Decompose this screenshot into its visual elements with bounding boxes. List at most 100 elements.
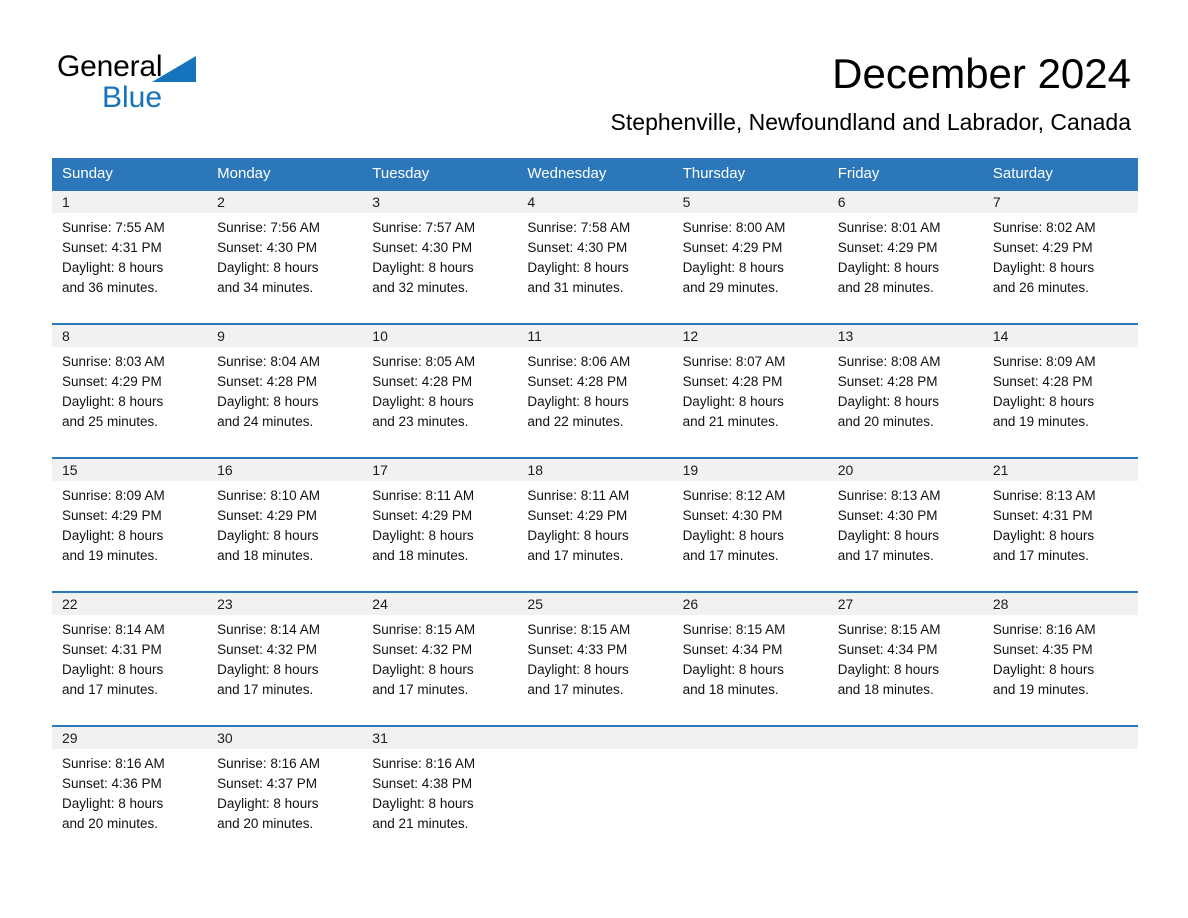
sunset-text: Sunset: 4:37 PM	[217, 776, 317, 791]
day-cell[interactable]: 17 Sunrise: 8:11 AM Sunset: 4:29 PM Dayl…	[362, 459, 518, 591]
daylight-text-line2: and 19 minutes.	[992, 682, 1089, 697]
day-cell[interactable]: 13 Sunrise: 8:08 AM Sunset: 4:28 PM Dayl…	[827, 325, 983, 457]
day-cell[interactable]: 15 Sunrise: 8:09 AM Sunset: 4:29 PM Dayl…	[52, 459, 208, 591]
day-details: Sunrise: 8:10 AM Sunset: 4:29 PM Dayligh…	[207, 481, 362, 566]
weekday-header-saturday: Saturday	[992, 165, 1053, 182]
day-cell[interactable]: 23 Sunrise: 8:14 AM Sunset: 4:32 PM Dayl…	[207, 593, 363, 725]
day-cell[interactable]: 24 Sunrise: 8:15 AM Sunset: 4:32 PM Dayl…	[362, 593, 518, 725]
daylight-text-line2: and 34 minutes.	[217, 280, 314, 295]
day-details: Sunrise: 8:07 AM Sunset: 4:28 PM Dayligh…	[673, 347, 828, 432]
day-number: 7	[982, 191, 1138, 213]
day-cell[interactable]: 7 Sunrise: 8:02 AM Sunset: 4:29 PM Dayli…	[982, 191, 1138, 323]
day-number: 24	[362, 593, 518, 615]
sunset-text: Sunset: 4:30 PM	[527, 240, 628, 255]
sunrise-text: Sunrise: 8:14 AM	[217, 622, 320, 637]
day-cell[interactable]: 11 Sunrise: 8:06 AM Sunset: 4:28 PM Dayl…	[517, 325, 673, 457]
sunset-text: Sunset: 4:28 PM	[837, 374, 938, 389]
sunrise-text: Sunrise: 8:15 AM	[372, 622, 476, 637]
day-details: Sunrise: 8:12 AM Sunset: 4:30 PM Dayligh…	[673, 481, 828, 566]
daylight-text-line1: Daylight: 8 hours	[62, 260, 164, 275]
day-cell[interactable]: 3 Sunrise: 7:57 AM Sunset: 4:30 PM Dayli…	[362, 191, 518, 323]
daylight-text-line1: Daylight: 8 hours	[992, 528, 1095, 543]
day-number	[827, 727, 983, 749]
daylight-text-line1: Daylight: 8 hours	[372, 260, 474, 275]
sunset-text: Sunset: 4:36 PM	[62, 776, 162, 791]
day-cell[interactable]: 4 Sunrise: 7:58 AM Sunset: 4:30 PM Dayli…	[517, 191, 673, 323]
daylight-text-line2: and 17 minutes.	[992, 548, 1089, 563]
day-cell[interactable]: 2 Sunrise: 7:56 AM Sunset: 4:30 PM Dayli…	[207, 191, 363, 323]
sunset-text: Sunset: 4:30 PM	[682, 508, 783, 523]
sunrise-text: Sunrise: 7:56 AM	[217, 220, 320, 235]
day-cell[interactable]: 5 Sunrise: 8:00 AM Sunset: 4:29 PM Dayli…	[672, 191, 828, 323]
day-number	[517, 727, 673, 749]
day-cell[interactable]: 1 Sunrise: 7:55 AM Sunset: 4:31 PM Dayli…	[52, 191, 208, 323]
day-cell[interactable]: 12 Sunrise: 8:07 AM Sunset: 4:28 PM Dayl…	[672, 325, 828, 457]
day-cell[interactable]: 27 Sunrise: 8:15 AM Sunset: 4:34 PM Dayl…	[827, 593, 983, 725]
day-number: 26	[672, 593, 828, 615]
day-details: Sunrise: 7:55 AM Sunset: 4:31 PM Dayligh…	[52, 213, 207, 298]
day-cell[interactable]: 10 Sunrise: 8:05 AM Sunset: 4:28 PM Dayl…	[362, 325, 518, 457]
day-details: Sunrise: 8:14 AM Sunset: 4:31 PM Dayligh…	[52, 615, 207, 700]
sunset-text: Sunset: 4:30 PM	[837, 508, 938, 523]
day-number: 13	[827, 325, 983, 347]
day-cell[interactable]: 18 Sunrise: 8:11 AM Sunset: 4:29 PM Dayl…	[517, 459, 673, 591]
day-cell[interactable]: 16 Sunrise: 8:10 AM Sunset: 4:29 PM Dayl…	[207, 459, 363, 591]
sunrise-text: Sunrise: 8:12 AM	[682, 488, 786, 503]
daylight-text-line2: and 17 minutes.	[62, 682, 159, 697]
daylight-text-line2: and 20 minutes.	[837, 414, 934, 429]
daylight-text-line1: Daylight: 8 hours	[527, 662, 629, 677]
day-cell-empty	[672, 727, 828, 859]
daylight-text-line2: and 22 minutes.	[527, 414, 624, 429]
daylight-text-line2: and 17 minutes.	[527, 682, 624, 697]
weekday-header-sunday: Sunday	[62, 165, 113, 182]
day-cell[interactable]: 6 Sunrise: 8:01 AM Sunset: 4:29 PM Dayli…	[827, 191, 983, 323]
day-cell[interactable]: 26 Sunrise: 8:15 AM Sunset: 4:34 PM Dayl…	[672, 593, 828, 725]
week-row: 22 Sunrise: 8:14 AM Sunset: 4:31 PM Dayl…	[52, 591, 1138, 725]
sunrise-text: Sunrise: 8:09 AM	[62, 488, 165, 503]
daylight-text-line1: Daylight: 8 hours	[217, 796, 319, 811]
page-title: December 2024	[832, 50, 1131, 97]
daylight-text-line2: and 25 minutes.	[62, 414, 159, 429]
daylight-text-line2: and 32 minutes.	[372, 280, 469, 295]
day-cell[interactable]: 28 Sunrise: 8:16 AM Sunset: 4:35 PM Dayl…	[982, 593, 1138, 725]
day-cell-empty	[827, 727, 983, 859]
daylight-text-line1: Daylight: 8 hours	[62, 662, 164, 677]
sunset-text: Sunset: 4:32 PM	[217, 642, 317, 657]
daylight-text-line2: and 17 minutes.	[372, 682, 469, 697]
page-header: General Blue December 2024 Stephenville,…	[0, 0, 1188, 135]
weekday-header-tuesday: Tuesday	[372, 165, 430, 182]
daylight-text-line1: Daylight: 8 hours	[62, 796, 164, 811]
day-cell[interactable]: 31 Sunrise: 8:16 AM Sunset: 4:38 PM Dayl…	[362, 727, 518, 859]
day-cell[interactable]: 21 Sunrise: 8:13 AM Sunset: 4:31 PM Dayl…	[982, 459, 1138, 591]
day-details: Sunrise: 8:15 AM Sunset: 4:34 PM Dayligh…	[673, 615, 828, 700]
day-cell[interactable]: 22 Sunrise: 8:14 AM Sunset: 4:31 PM Dayl…	[52, 593, 208, 725]
sunrise-text: Sunrise: 8:05 AM	[372, 354, 476, 369]
daylight-text-line2: and 20 minutes.	[62, 816, 159, 831]
weekday-header-wednesday: Wednesday	[527, 165, 607, 182]
day-number: 14	[982, 325, 1138, 347]
sunrise-text: Sunrise: 8:03 AM	[62, 354, 165, 369]
sunset-text: Sunset: 4:28 PM	[682, 374, 783, 389]
daylight-text-line1: Daylight: 8 hours	[527, 260, 629, 275]
sunrise-text: Sunrise: 7:57 AM	[372, 220, 476, 235]
day-cell[interactable]: 29 Sunrise: 8:16 AM Sunset: 4:36 PM Dayl…	[52, 727, 208, 859]
week-row: 8 Sunrise: 8:03 AM Sunset: 4:29 PM Dayli…	[52, 323, 1138, 457]
sunrise-text: Sunrise: 8:16 AM	[992, 622, 1096, 637]
day-cell[interactable]: 9 Sunrise: 8:04 AM Sunset: 4:28 PM Dayli…	[207, 325, 363, 457]
sunset-text: Sunset: 4:38 PM	[372, 776, 473, 791]
title-block: December 2024 Stephenville, Newfoundland…	[611, 50, 1131, 137]
day-cell[interactable]: 14 Sunrise: 8:09 AM Sunset: 4:28 PM Dayl…	[982, 325, 1138, 457]
day-cell[interactable]: 19 Sunrise: 8:12 AM Sunset: 4:30 PM Dayl…	[672, 459, 828, 591]
daylight-text-line1: Daylight: 8 hours	[372, 394, 474, 409]
daylight-text-line2: and 36 minutes.	[62, 280, 159, 295]
general-blue-logo[interactable]: General Blue	[57, 52, 257, 114]
daylight-text-line1: Daylight: 8 hours	[527, 394, 629, 409]
daylight-text-line2: and 17 minutes.	[217, 682, 314, 697]
day-cell[interactable]: 30 Sunrise: 8:16 AM Sunset: 4:37 PM Dayl…	[207, 727, 363, 859]
day-cell[interactable]: 25 Sunrise: 8:15 AM Sunset: 4:33 PM Dayl…	[517, 593, 673, 725]
day-cell[interactable]: 20 Sunrise: 8:13 AM Sunset: 4:30 PM Dayl…	[827, 459, 983, 591]
day-cell-empty	[982, 727, 1138, 859]
day-details: Sunrise: 8:03 AM Sunset: 4:29 PM Dayligh…	[52, 347, 207, 432]
day-cell[interactable]: 8 Sunrise: 8:03 AM Sunset: 4:29 PM Dayli…	[52, 325, 208, 457]
daylight-text-line1: Daylight: 8 hours	[372, 662, 474, 677]
